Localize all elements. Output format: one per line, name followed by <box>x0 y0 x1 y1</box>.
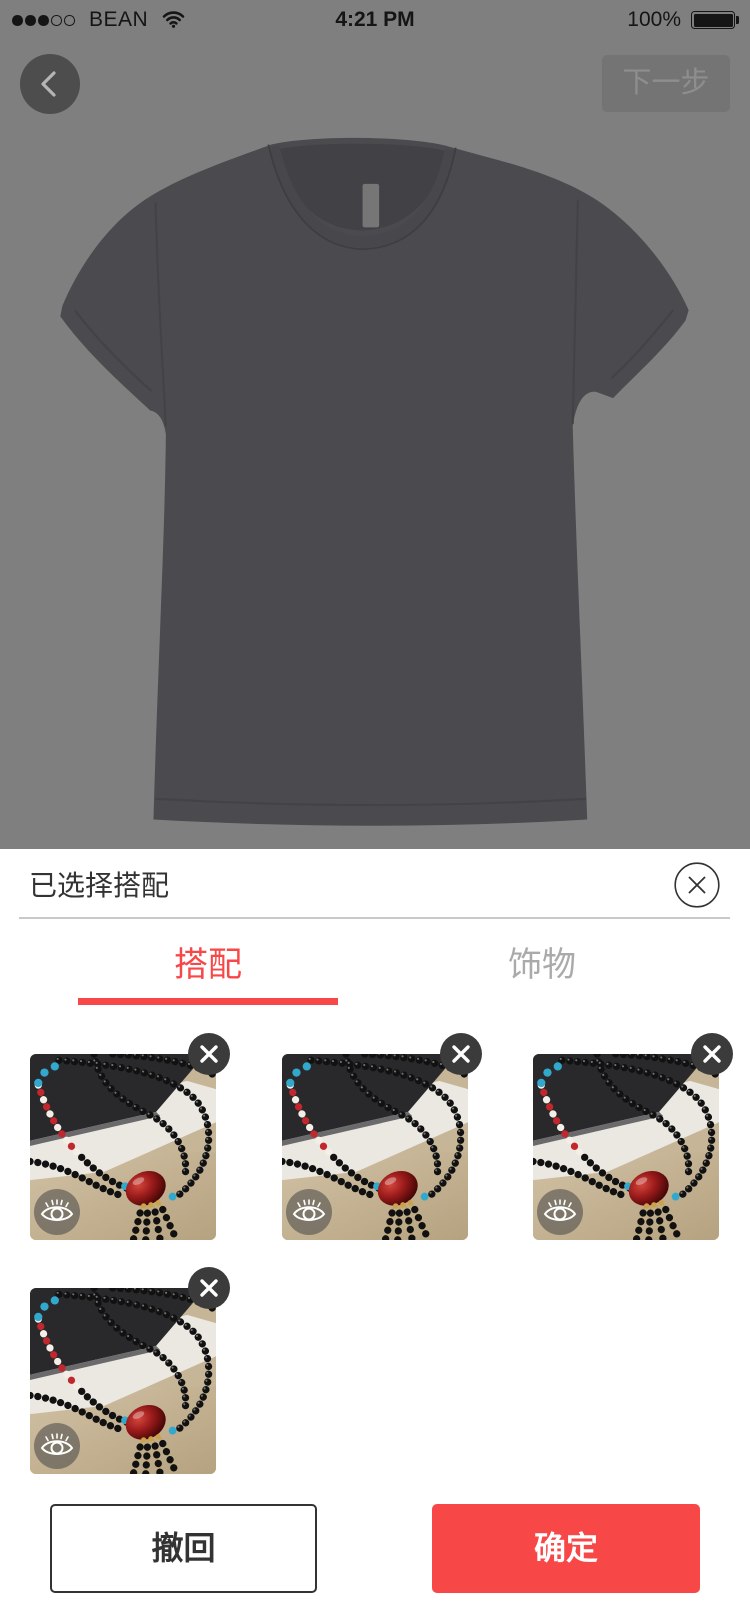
remove-item-button[interactable] <box>188 1033 230 1075</box>
preview-item-button[interactable] <box>34 1423 80 1469</box>
selected-item[interactable] <box>533 1033 733 1240</box>
confirm-button[interactable]: 确定 <box>432 1504 700 1593</box>
battery-level <box>693 13 733 27</box>
close-icon <box>703 1045 721 1063</box>
remove-item-button[interactable] <box>188 1267 230 1309</box>
close-icon <box>200 1045 218 1063</box>
battery-terminal <box>736 16 739 24</box>
selected-item[interactable] <box>30 1267 230 1474</box>
t-shirt-image <box>60 137 689 826</box>
selected-items-grid <box>0 849 750 1489</box>
back-button[interactable] <box>20 54 80 114</box>
selected-item[interactable] <box>282 1033 482 1240</box>
preview-item-button[interactable] <box>537 1189 583 1235</box>
close-icon <box>200 1279 218 1297</box>
battery-icon <box>691 11 735 29</box>
status-bar: BEAN 4:21 PM 100% <box>0 0 750 41</box>
selected-item[interactable] <box>30 1033 230 1240</box>
undo-button[interactable]: 撤回 <box>50 1504 317 1593</box>
battery-percentage: 100% <box>627 8 681 31</box>
preview-item-button[interactable] <box>34 1189 80 1235</box>
eye-icon <box>292 1199 326 1221</box>
eye-icon <box>543 1199 577 1221</box>
preview-item-button[interactable] <box>286 1189 332 1235</box>
eye-icon <box>40 1433 74 1455</box>
close-icon <box>452 1045 470 1063</box>
remove-item-button[interactable] <box>440 1033 482 1075</box>
selected-matches-sheet: 已选择搭配 搭配 饰物 撤回 确定 <box>0 849 750 1624</box>
remove-item-button[interactable] <box>691 1033 733 1075</box>
next-step-button[interactable]: 下一步 <box>602 55 730 112</box>
eye-icon <box>40 1199 74 1221</box>
chevron-left-icon <box>41 71 56 97</box>
